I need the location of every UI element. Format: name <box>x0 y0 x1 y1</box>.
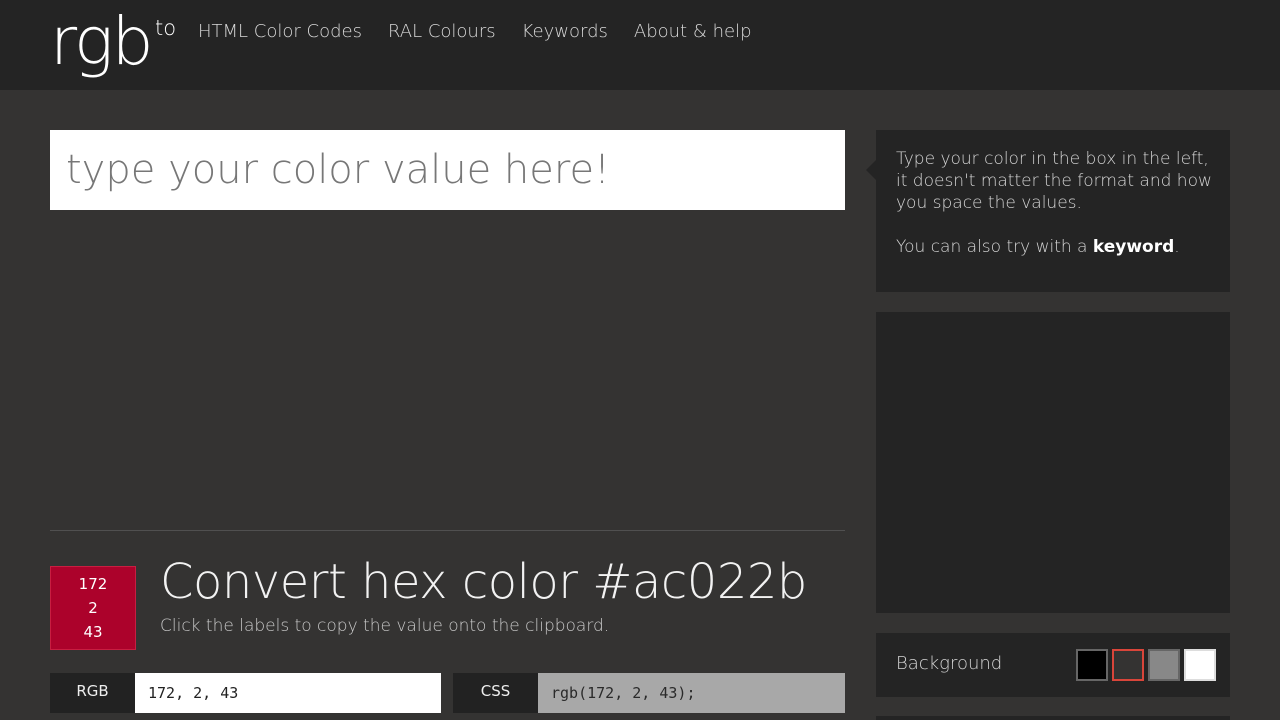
color-input[interactable] <box>50 130 845 210</box>
css-copy-label[interactable]: CSS <box>453 673 538 713</box>
css-value[interactable]: rgb(172, 2, 43); <box>538 673 845 713</box>
background-label: Background <box>896 653 1003 674</box>
background-grey-option[interactable] <box>1148 649 1180 681</box>
main-nav: HTML Color Codes RAL Colours Keywords Ab… <box>198 20 752 44</box>
swatch-red-value: 172 <box>78 575 108 593</box>
background-black-option[interactable] <box>1076 649 1108 681</box>
nav-keywords[interactable]: Keywords <box>522 20 608 44</box>
keyword-hint: You can also try with a keyword. <box>896 236 1214 258</box>
page-subtitle: Click the labels to copy the value onto … <box>160 616 610 636</box>
swatch-blue-value: 43 <box>83 623 103 641</box>
divider <box>50 530 845 531</box>
next-panel-edge <box>876 716 1230 720</box>
keyword-hint-suffix: . <box>1174 237 1180 257</box>
keyword-hint-prefix: You can also try with a <box>896 237 1093 257</box>
rgb-field: RGB 172, 2, 43 <box>50 673 441 713</box>
rgb-copy-label[interactable]: RGB <box>50 673 135 713</box>
nav-about-help[interactable]: About & help <box>634 20 752 44</box>
rgb-value[interactable]: 172, 2, 43 <box>135 673 441 713</box>
nav-ral-colours[interactable]: RAL Colours <box>388 20 496 44</box>
css-field: CSS rgb(172, 2, 43); <box>453 673 845 713</box>
ad-panel <box>876 312 1230 613</box>
background-white-option[interactable] <box>1184 649 1216 681</box>
top-bar: rgb to HTML Color Codes RAL Colours Keyw… <box>0 0 1280 90</box>
logo[interactable]: rgb <box>50 2 153 82</box>
background-dark-option[interactable] <box>1112 649 1144 681</box>
help-panel: Type your color in the box in the left, … <box>866 130 1230 292</box>
logo-superscript: to <box>155 16 177 40</box>
keyword-link[interactable]: keyword <box>1093 237 1174 257</box>
background-panel: Background <box>876 633 1230 697</box>
page-title: Convert hex color #ac022b <box>160 554 807 610</box>
color-swatch: 172 2 43 <box>50 566 136 650</box>
swatch-green-value: 2 <box>88 599 98 617</box>
nav-html-color-codes[interactable]: HTML Color Codes <box>198 20 362 44</box>
help-text: Type your color in the box in the left, … <box>896 149 1212 213</box>
